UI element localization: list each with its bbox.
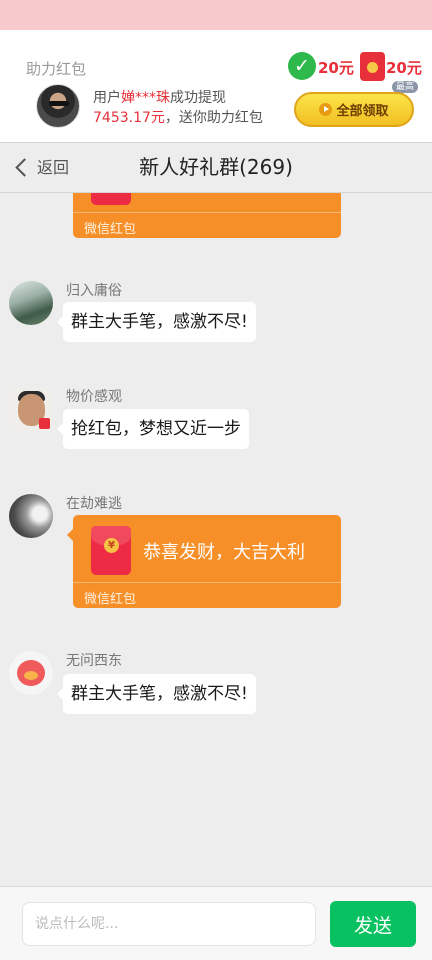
packet-divider: [73, 212, 341, 213]
claim-all-button[interactable]: 全部领取: [294, 92, 414, 127]
message-input[interactable]: [22, 902, 316, 946]
promo-title: 助力红包: [26, 60, 87, 78]
sender-nickname: 无问西东: [66, 653, 122, 669]
avatar[interactable]: [9, 651, 53, 695]
promo-amount-line: 7453.17元，送你助力红包: [93, 107, 263, 127]
promo-user-name: 婵***珠: [121, 90, 170, 106]
reward-amount-1: 20元: [318, 59, 354, 77]
avatar[interactable]: [9, 387, 53, 431]
reward-amount-2: 20元: [386, 59, 422, 77]
claim-all-label: 全部领取: [336, 104, 389, 119]
red-packet-icon: [91, 193, 131, 205]
chat-area[interactable]: 微信红包 归入庸俗 群主大手笔，感激不尽! 物价感观 抢红包，梦想又近一步 在劫…: [0, 193, 432, 886]
message-bubble[interactable]: 群主大手笔，感激不尽!: [57, 674, 256, 714]
promo-line1-prefix: 用户: [93, 90, 121, 106]
sender-nickname: 在劫难逃: [66, 496, 122, 512]
red-packet-message[interactable]: 微信红包: [73, 193, 341, 238]
message-bubble[interactable]: 抢红包，梦想又近一步: [57, 409, 249, 449]
packet-greeting: 恭喜发财，大吉大利: [143, 542, 305, 563]
send-button[interactable]: 发送: [330, 901, 416, 947]
input-bar: 发送: [0, 886, 432, 960]
packet-divider: [73, 582, 341, 583]
promo-line2-suffix: ，送你助力红包: [164, 110, 263, 126]
red-envelope-icon: [360, 52, 385, 81]
chat-header: 返回 新人好礼群(269): [0, 143, 432, 193]
promo-banner: 助力红包 用户婵***珠成功提现 7453.17元，送你助力红包 ✓ 20元 2…: [0, 30, 432, 143]
avatar[interactable]: [9, 494, 53, 538]
sender-nickname: 物价感观: [66, 389, 122, 405]
chat-title: 新人好礼群(269): [139, 155, 293, 179]
promo-user-avatar: [36, 84, 80, 128]
promo-amount: 7453.17元: [93, 110, 165, 126]
sender-nickname: 归入庸俗: [66, 283, 122, 299]
avatar[interactable]: [9, 281, 53, 325]
check-icon: ✓: [288, 52, 316, 80]
packet-label: 微信红包: [84, 592, 137, 607]
red-packet-message[interactable]: 恭喜发财，大吉大利 微信红包: [67, 515, 341, 608]
packet-label: 微信红包: [84, 222, 137, 237]
play-icon: [319, 103, 333, 116]
red-packet-icon: [91, 526, 131, 575]
promo-withdraw-line: 用户婵***珠成功提现: [93, 87, 226, 107]
message-bubble[interactable]: 群主大手笔，感激不尽!: [57, 302, 256, 342]
promo-line1-suffix: 成功提现: [170, 90, 226, 106]
top-strip: [0, 0, 432, 30]
